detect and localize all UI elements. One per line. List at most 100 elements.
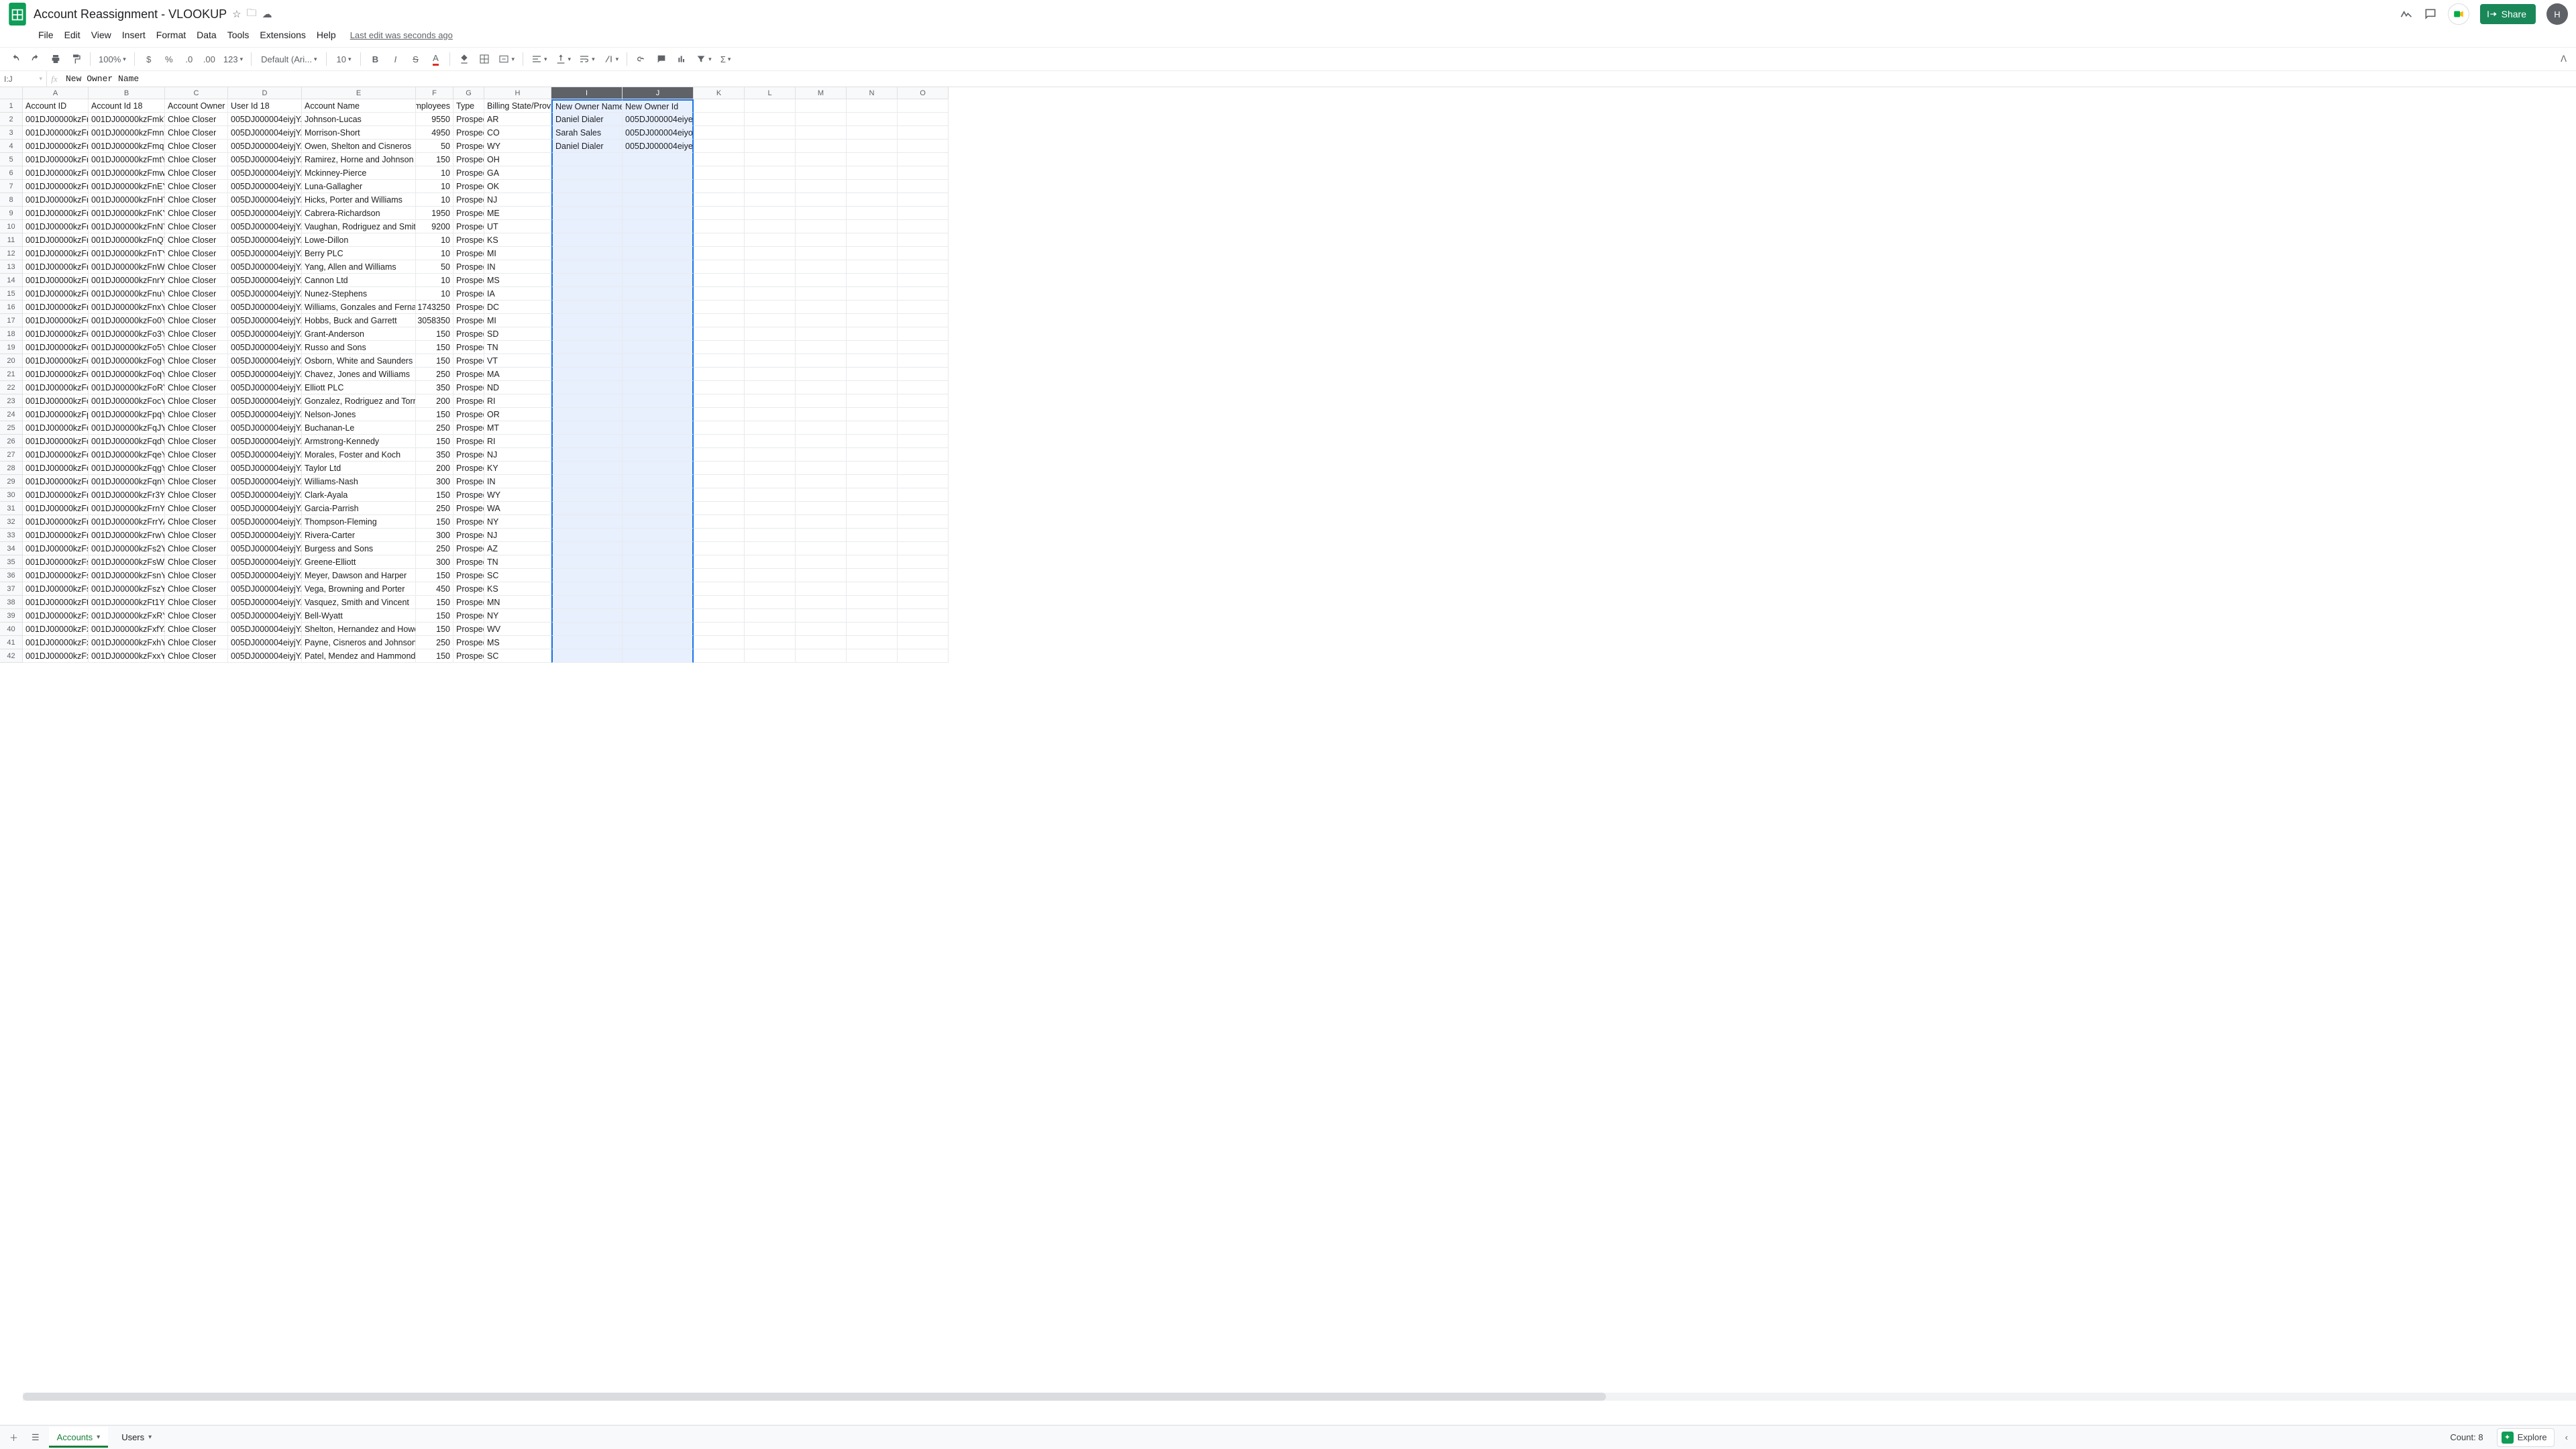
- cell-N17[interactable]: [847, 314, 898, 327]
- cell-J28[interactable]: [623, 462, 694, 475]
- cell-J30[interactable]: [623, 488, 694, 502]
- cell-C32[interactable]: Chloe Closer: [165, 515, 228, 529]
- activity-icon[interactable]: [2400, 7, 2413, 21]
- cell-E37[interactable]: Vega, Browning and Porter: [302, 582, 416, 596]
- cell-C18[interactable]: Chloe Closer: [165, 327, 228, 341]
- cell-A30[interactable]: 001DJ00000kzFr3: [23, 488, 89, 502]
- cell-K32[interactable]: [694, 515, 745, 529]
- share-button[interactable]: Share: [2480, 4, 2536, 24]
- cell-A19[interactable]: 001DJ00000kzFo5: [23, 341, 89, 354]
- cell-K7[interactable]: [694, 180, 745, 193]
- cell-D6[interactable]: 005DJ000004eiyjYAA: [228, 166, 302, 180]
- cell-J17[interactable]: [623, 314, 694, 327]
- cell-L28[interactable]: [745, 462, 796, 475]
- cell-E32[interactable]: Thompson-Fleming: [302, 515, 416, 529]
- cell-B25[interactable]: 001DJ00000kzFqJYAU: [89, 421, 165, 435]
- functions-dropdown[interactable]: Σ: [717, 50, 735, 68]
- cell-N7[interactable]: [847, 180, 898, 193]
- menu-help[interactable]: Help: [312, 27, 341, 43]
- cell-M31[interactable]: [796, 502, 847, 515]
- cell-N25[interactable]: [847, 421, 898, 435]
- cell-A5[interactable]: 001DJ00000kzFmt: [23, 153, 89, 166]
- cell-A28[interactable]: 001DJ00000kzFqg: [23, 462, 89, 475]
- cell-C28[interactable]: Chloe Closer: [165, 462, 228, 475]
- cell-G8[interactable]: Prospect: [453, 193, 484, 207]
- cell-M21[interactable]: [796, 368, 847, 381]
- cell-I10[interactable]: [551, 220, 623, 233]
- cell-A3[interactable]: 001DJ00000kzFmn: [23, 126, 89, 140]
- wrap-dropdown[interactable]: [576, 50, 598, 68]
- cell-H15[interactable]: IA: [484, 287, 551, 301]
- paint-format-button[interactable]: [67, 50, 85, 68]
- cell-A36[interactable]: 001DJ00000kzFsn: [23, 569, 89, 582]
- cell-N13[interactable]: [847, 260, 898, 274]
- cell-E42[interactable]: Patel, Mendez and Hammond: [302, 649, 416, 663]
- star-icon[interactable]: ☆: [232, 8, 241, 20]
- cell-L20[interactable]: [745, 354, 796, 368]
- cell-F21[interactable]: 250: [416, 368, 453, 381]
- cell-D16[interactable]: 005DJ000004eiyjYAA: [228, 301, 302, 314]
- cell-N9[interactable]: [847, 207, 898, 220]
- cell-H37[interactable]: KS: [484, 582, 551, 596]
- cell-E21[interactable]: Chavez, Jones and Williams: [302, 368, 416, 381]
- menu-edit[interactable]: Edit: [60, 27, 85, 43]
- cell-D41[interactable]: 005DJ000004eiyjYAA: [228, 636, 302, 649]
- row-header-10[interactable]: 10: [0, 220, 23, 233]
- account-avatar[interactable]: H: [2546, 3, 2568, 25]
- cell-N8[interactable]: [847, 193, 898, 207]
- cell-H27[interactable]: NJ: [484, 448, 551, 462]
- cell-M33[interactable]: [796, 529, 847, 542]
- cell-J9[interactable]: [623, 207, 694, 220]
- cell-K11[interactable]: [694, 233, 745, 247]
- cell-G26[interactable]: Prospect: [453, 435, 484, 448]
- cell-N10[interactable]: [847, 220, 898, 233]
- cell-H9[interactable]: ME: [484, 207, 551, 220]
- cell-L13[interactable]: [745, 260, 796, 274]
- cell-B35[interactable]: 001DJ00000kzFsWYAU: [89, 555, 165, 569]
- col-header-N[interactable]: N: [847, 87, 898, 99]
- cell-N39[interactable]: [847, 609, 898, 623]
- cell-E11[interactable]: Lowe-Dillon: [302, 233, 416, 247]
- cell-O11[interactable]: [898, 233, 949, 247]
- cell-G7[interactable]: Prospect: [453, 180, 484, 193]
- cell-B7[interactable]: 001DJ00000kzFnEYAU: [89, 180, 165, 193]
- cell-B3[interactable]: 001DJ00000kzFmnYAE: [89, 126, 165, 140]
- cell-K28[interactable]: [694, 462, 745, 475]
- last-edit-link[interactable]: Last edit was seconds ago: [350, 30, 453, 40]
- cell-F32[interactable]: 150: [416, 515, 453, 529]
- row-header-27[interactable]: 27: [0, 448, 23, 462]
- cell-M24[interactable]: [796, 408, 847, 421]
- cell-M8[interactable]: [796, 193, 847, 207]
- cell-F15[interactable]: 10: [416, 287, 453, 301]
- cell-D14[interactable]: 005DJ000004eiyjYAA: [228, 274, 302, 287]
- cell-L7[interactable]: [745, 180, 796, 193]
- cell-G38[interactable]: Prospect: [453, 596, 484, 609]
- cell-A11[interactable]: 001DJ00000kzFnQ: [23, 233, 89, 247]
- cell-K41[interactable]: [694, 636, 745, 649]
- cell-O27[interactable]: [898, 448, 949, 462]
- cell-O3[interactable]: [898, 126, 949, 140]
- cell-I17[interactable]: [551, 314, 623, 327]
- row-header-13[interactable]: 13: [0, 260, 23, 274]
- cell-D1[interactable]: User Id 18: [228, 99, 302, 113]
- cell-H36[interactable]: SC: [484, 569, 551, 582]
- cell-J42[interactable]: [623, 649, 694, 663]
- cell-G27[interactable]: Prospect: [453, 448, 484, 462]
- cell-K3[interactable]: [694, 126, 745, 140]
- cell-J32[interactable]: [623, 515, 694, 529]
- cell-N38[interactable]: [847, 596, 898, 609]
- cell-K5[interactable]: [694, 153, 745, 166]
- cell-K14[interactable]: [694, 274, 745, 287]
- cell-D20[interactable]: 005DJ000004eiyjYAA: [228, 354, 302, 368]
- cell-G4[interactable]: Prospect: [453, 140, 484, 153]
- cell-G23[interactable]: Prospect: [453, 394, 484, 408]
- horizontal-scrollbar[interactable]: [23, 1393, 2576, 1401]
- cell-H10[interactable]: UT: [484, 220, 551, 233]
- cell-N18[interactable]: [847, 327, 898, 341]
- cell-C40[interactable]: Chloe Closer: [165, 623, 228, 636]
- cell-L24[interactable]: [745, 408, 796, 421]
- cell-H22[interactable]: ND: [484, 381, 551, 394]
- cell-F39[interactable]: 150: [416, 609, 453, 623]
- cell-J19[interactable]: [623, 341, 694, 354]
- cell-K18[interactable]: [694, 327, 745, 341]
